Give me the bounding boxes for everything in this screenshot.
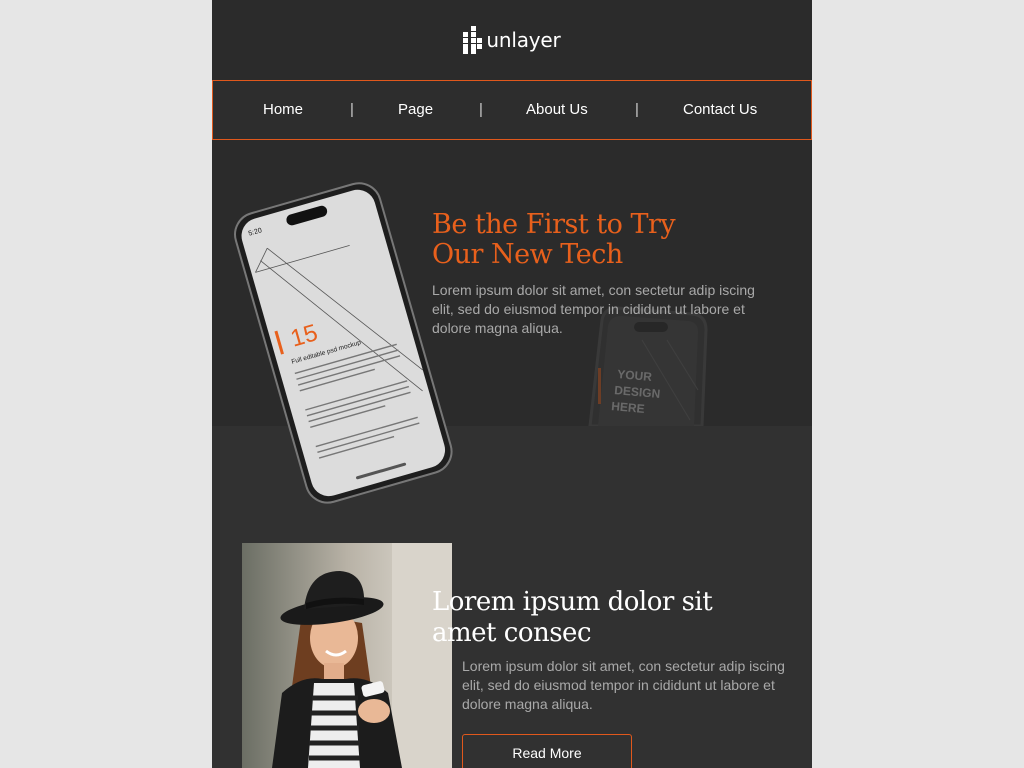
phone-mockup-image: 5:20 15 Full editable psd mockup: [234, 182, 453, 504]
header: unlayer: [212, 0, 812, 80]
feature-title-line: Lorem ipsum dolor sit: [432, 587, 713, 617]
nav-item-page[interactable]: Page: [398, 101, 433, 119]
nav-bar: Home | Page | About Us | Contact Us: [212, 80, 812, 140]
email-canvas: unlayer Home | Page | About Us | Contact…: [212, 0, 812, 768]
nav-separator: |: [350, 101, 354, 118]
unlayer-logo-icon: [463, 26, 483, 54]
feature-title: Lorem ipsum dolor sit amet consec: [432, 587, 762, 649]
read-more-button[interactable]: Read More: [462, 734, 632, 768]
hero-title-line: Our New Tech: [432, 239, 623, 270]
nav-item-contact-us[interactable]: Contact Us: [683, 101, 757, 119]
feature-title-line: amet consec: [432, 618, 592, 648]
nav-separator: |: [635, 101, 639, 118]
woman-with-phone-image: [242, 543, 452, 768]
logo[interactable]: unlayer: [463, 26, 561, 54]
hero-title-line: Be the First to Try: [432, 209, 676, 240]
nav-item-home[interactable]: Home: [263, 101, 303, 119]
hero-title: Be the First to Try Our New Tech: [432, 210, 732, 270]
nav-item-about-us[interactable]: About Us: [526, 101, 588, 119]
logo-text: unlayer: [486, 28, 561, 52]
back-phone-text-line: HERE: [611, 399, 645, 416]
nav-separator: |: [479, 101, 483, 118]
feature-body: Lorem ipsum dolor sit amet, con sectetur…: [462, 658, 785, 712]
hero-body: Lorem ipsum dolor sit amet, con sectetur…: [432, 282, 755, 336]
